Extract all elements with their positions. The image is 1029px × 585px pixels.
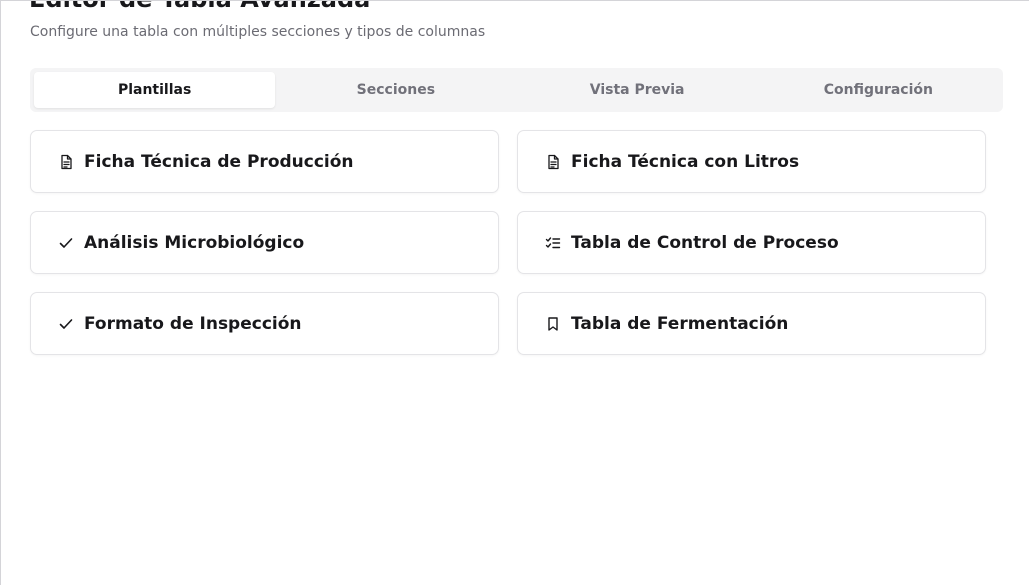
document-icon [545, 154, 561, 170]
check-icon [58, 235, 74, 251]
bookmark-icon [545, 316, 561, 332]
tab-configuracion[interactable]: Configuración [758, 72, 999, 108]
check-icon [58, 316, 74, 332]
template-label: Ficha Técnica de Producción [84, 151, 354, 172]
tab-vista-previa[interactable]: Vista Previa [517, 72, 758, 108]
template-grid: Ficha Técnica de Producción Ficha Técnic… [30, 130, 986, 355]
template-label: Tabla de Control de Proceso [571, 232, 839, 253]
editor-panel: Editor de Tabla Avanzada Configure una t… [0, 0, 1029, 585]
tab-secciones[interactable]: Secciones [275, 72, 516, 108]
template-card-fermentacion[interactable]: Tabla de Fermentación [517, 292, 986, 355]
template-card-analisis-microbiologico[interactable]: Análisis Microbiológico [30, 211, 499, 274]
checklist-icon [545, 235, 561, 251]
tab-list: Plantillas Secciones Vista Previa Config… [30, 68, 1003, 112]
page-subtitle: Configure una tabla con múltiples seccio… [30, 24, 486, 40]
tab-plantillas[interactable]: Plantillas [34, 72, 276, 108]
template-card-ficha-tecnica-litros[interactable]: Ficha Técnica con Litros [517, 130, 986, 193]
document-icon [58, 154, 74, 170]
page-title: Editor de Tabla Avanzada [29, 1, 370, 13]
template-label: Ficha Técnica con Litros [571, 151, 800, 172]
template-label: Análisis Microbiológico [84, 232, 305, 253]
template-label: Tabla de Fermentación [571, 313, 789, 334]
template-card-formato-inspeccion[interactable]: Formato de Inspección [30, 292, 499, 355]
template-card-ficha-tecnica-produccion[interactable]: Ficha Técnica de Producción [30, 130, 499, 193]
template-card-control-proceso[interactable]: Tabla de Control de Proceso [517, 211, 986, 274]
template-label: Formato de Inspección [84, 313, 302, 334]
